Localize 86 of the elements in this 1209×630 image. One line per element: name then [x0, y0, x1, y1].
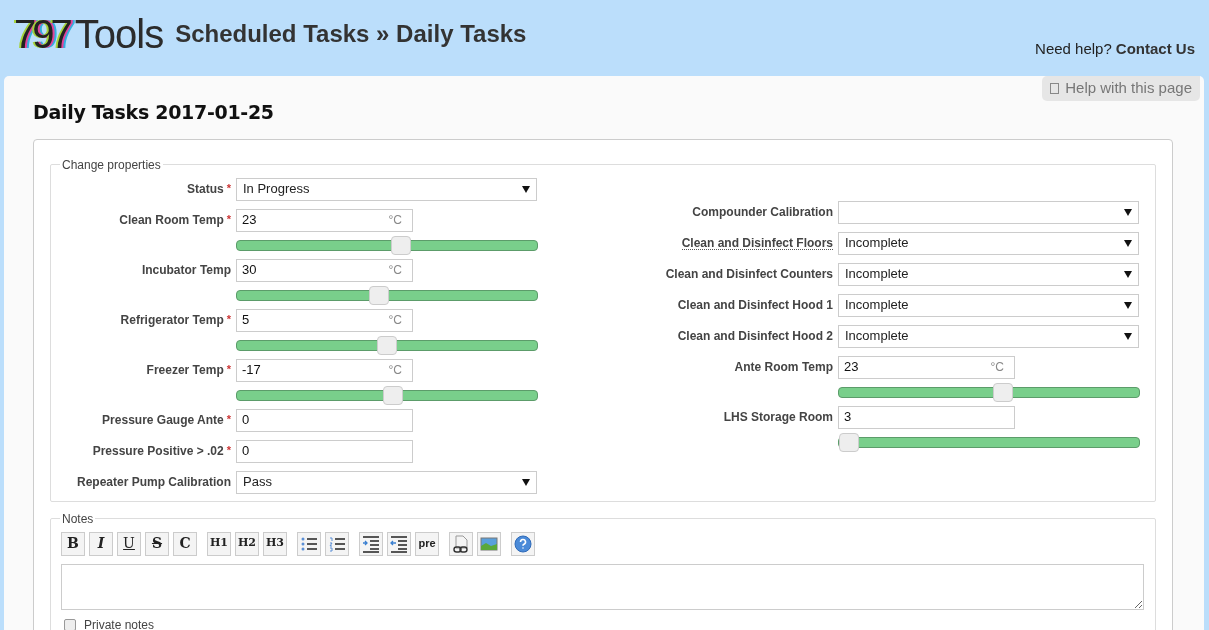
required-mark: *: [226, 311, 231, 327]
required-mark: *: [226, 361, 231, 377]
slider-thumb[interactable]: [993, 382, 1013, 402]
input-field[interactable]: 5 °C: [236, 308, 413, 332]
field-label: Status: [187, 180, 224, 198]
chain-link-icon: [452, 534, 470, 553]
help-icon: [514, 534, 532, 553]
checkbox-label: Private notes: [84, 616, 155, 630]
field-label: Clean Room Temp: [119, 211, 224, 229]
slider-thumb[interactable]: [839, 432, 859, 452]
input-field[interactable]: 0: [236, 408, 413, 432]
field-label: Ante Room Temp: [734, 358, 833, 376]
caret-icon: [522, 185, 530, 193]
contact-link[interactable]: Contact Us: [1115, 38, 1195, 61]
format-button[interactable]: C: [173, 531, 197, 556]
input-field[interactable]: 3: [838, 405, 1015, 429]
caret-icon: [1124, 208, 1132, 216]
fieldset-legend: Change properties: [60, 155, 163, 174]
numbered-list-icon: [328, 534, 346, 553]
toolbar-button[interactable]: [387, 531, 411, 556]
input-field[interactable]: 23 °C: [236, 208, 413, 232]
caret-icon: [1124, 270, 1132, 278]
format-button[interactable]: H3: [263, 531, 287, 556]
slider-thumb[interactable]: [368, 285, 389, 305]
unit-label: °C: [388, 212, 402, 229]
slider-thumb[interactable]: [382, 385, 403, 405]
field-label: Clean and Disinfect Floors: [681, 233, 833, 250]
toolbar-button[interactable]: [325, 531, 349, 556]
select-field[interactable]: In Progress: [236, 177, 537, 201]
outdent-icon: [390, 534, 408, 553]
input-field[interactable]: 30 °C: [236, 258, 413, 282]
required-mark: *: [226, 211, 231, 227]
caret-icon: [1124, 239, 1132, 247]
format-button[interactable]: I: [89, 531, 113, 556]
field-label: Clean and Disinfect Counters: [665, 265, 833, 283]
slider-thumb[interactable]: [391, 235, 411, 255]
field-label: Clean and Disinfect Hood 2: [677, 327, 833, 345]
input-field[interactable]: 0: [236, 439, 413, 463]
select-field[interactable]: Incomplete: [838, 293, 1139, 317]
fieldset-legend: Notes: [60, 509, 96, 528]
field-label: Incubator Temp: [141, 261, 231, 279]
input-field[interactable]: -17 °C: [236, 358, 413, 382]
format-button[interactable]: B: [61, 531, 85, 556]
logo[interactable]: 797Tools: [14, 14, 164, 54]
field-label: Clean and Disinfect Hood 1: [677, 296, 833, 314]
caret-icon: [522, 478, 530, 486]
indent-icon: [362, 534, 380, 553]
slider-thumb[interactable]: [377, 335, 397, 355]
field-label: Freezer Temp: [146, 361, 224, 379]
caret-icon: [1124, 301, 1132, 309]
select-field[interactable]: [838, 200, 1139, 224]
field-label: LHS Storage Room: [723, 408, 833, 426]
format-button[interactable]: S: [145, 531, 169, 556]
toolbar-button[interactable]: [297, 531, 321, 556]
format-button[interactable]: U: [117, 531, 141, 556]
image-icon: [480, 534, 498, 553]
format-button[interactable]: H1: [207, 531, 231, 556]
help-tab[interactable]: Help with this page: [1042, 76, 1200, 101]
field-label: Refrigerator Temp: [120, 311, 224, 329]
select-field[interactable]: Pass: [236, 470, 537, 494]
unit-label: °C: [388, 362, 402, 379]
select-field[interactable]: Incomplete: [838, 324, 1139, 348]
select-field[interactable]: Incomplete: [838, 231, 1139, 255]
required-mark: *: [226, 442, 231, 458]
toolbar-button[interactable]: [359, 531, 383, 556]
required-mark: *: [226, 180, 231, 196]
toolbar-button[interactable]: [449, 531, 473, 556]
page-title: Daily Tasks 2017-01-25: [33, 100, 275, 125]
help-prompt: Need help?: [1035, 39, 1112, 59]
input-field[interactable]: 23 °C: [838, 355, 1015, 379]
select-field[interactable]: Incomplete: [838, 262, 1139, 286]
unit-label: °C: [388, 262, 402, 279]
unit-label: °C: [388, 312, 402, 329]
caret-icon: [1124, 332, 1132, 340]
field-label: Compounder Calibration: [692, 203, 833, 221]
field-label: Pressure Gauge Ante: [102, 411, 224, 429]
format-button[interactable]: pre: [415, 531, 439, 556]
field-label: Pressure Positive > .02: [92, 442, 224, 460]
notes-textarea[interactable]: [61, 563, 1144, 610]
breadcrumb: Scheduled Tasks » Daily Tasks: [175, 19, 527, 49]
unit-label: °C: [990, 359, 1004, 376]
field-label: Repeater Pump Calibration: [76, 473, 231, 491]
page-icon: [1050, 83, 1060, 94]
required-mark: *: [226, 411, 231, 427]
format-button[interactable]: H2: [235, 531, 259, 556]
private-checkbox[interactable]: [64, 618, 76, 630]
